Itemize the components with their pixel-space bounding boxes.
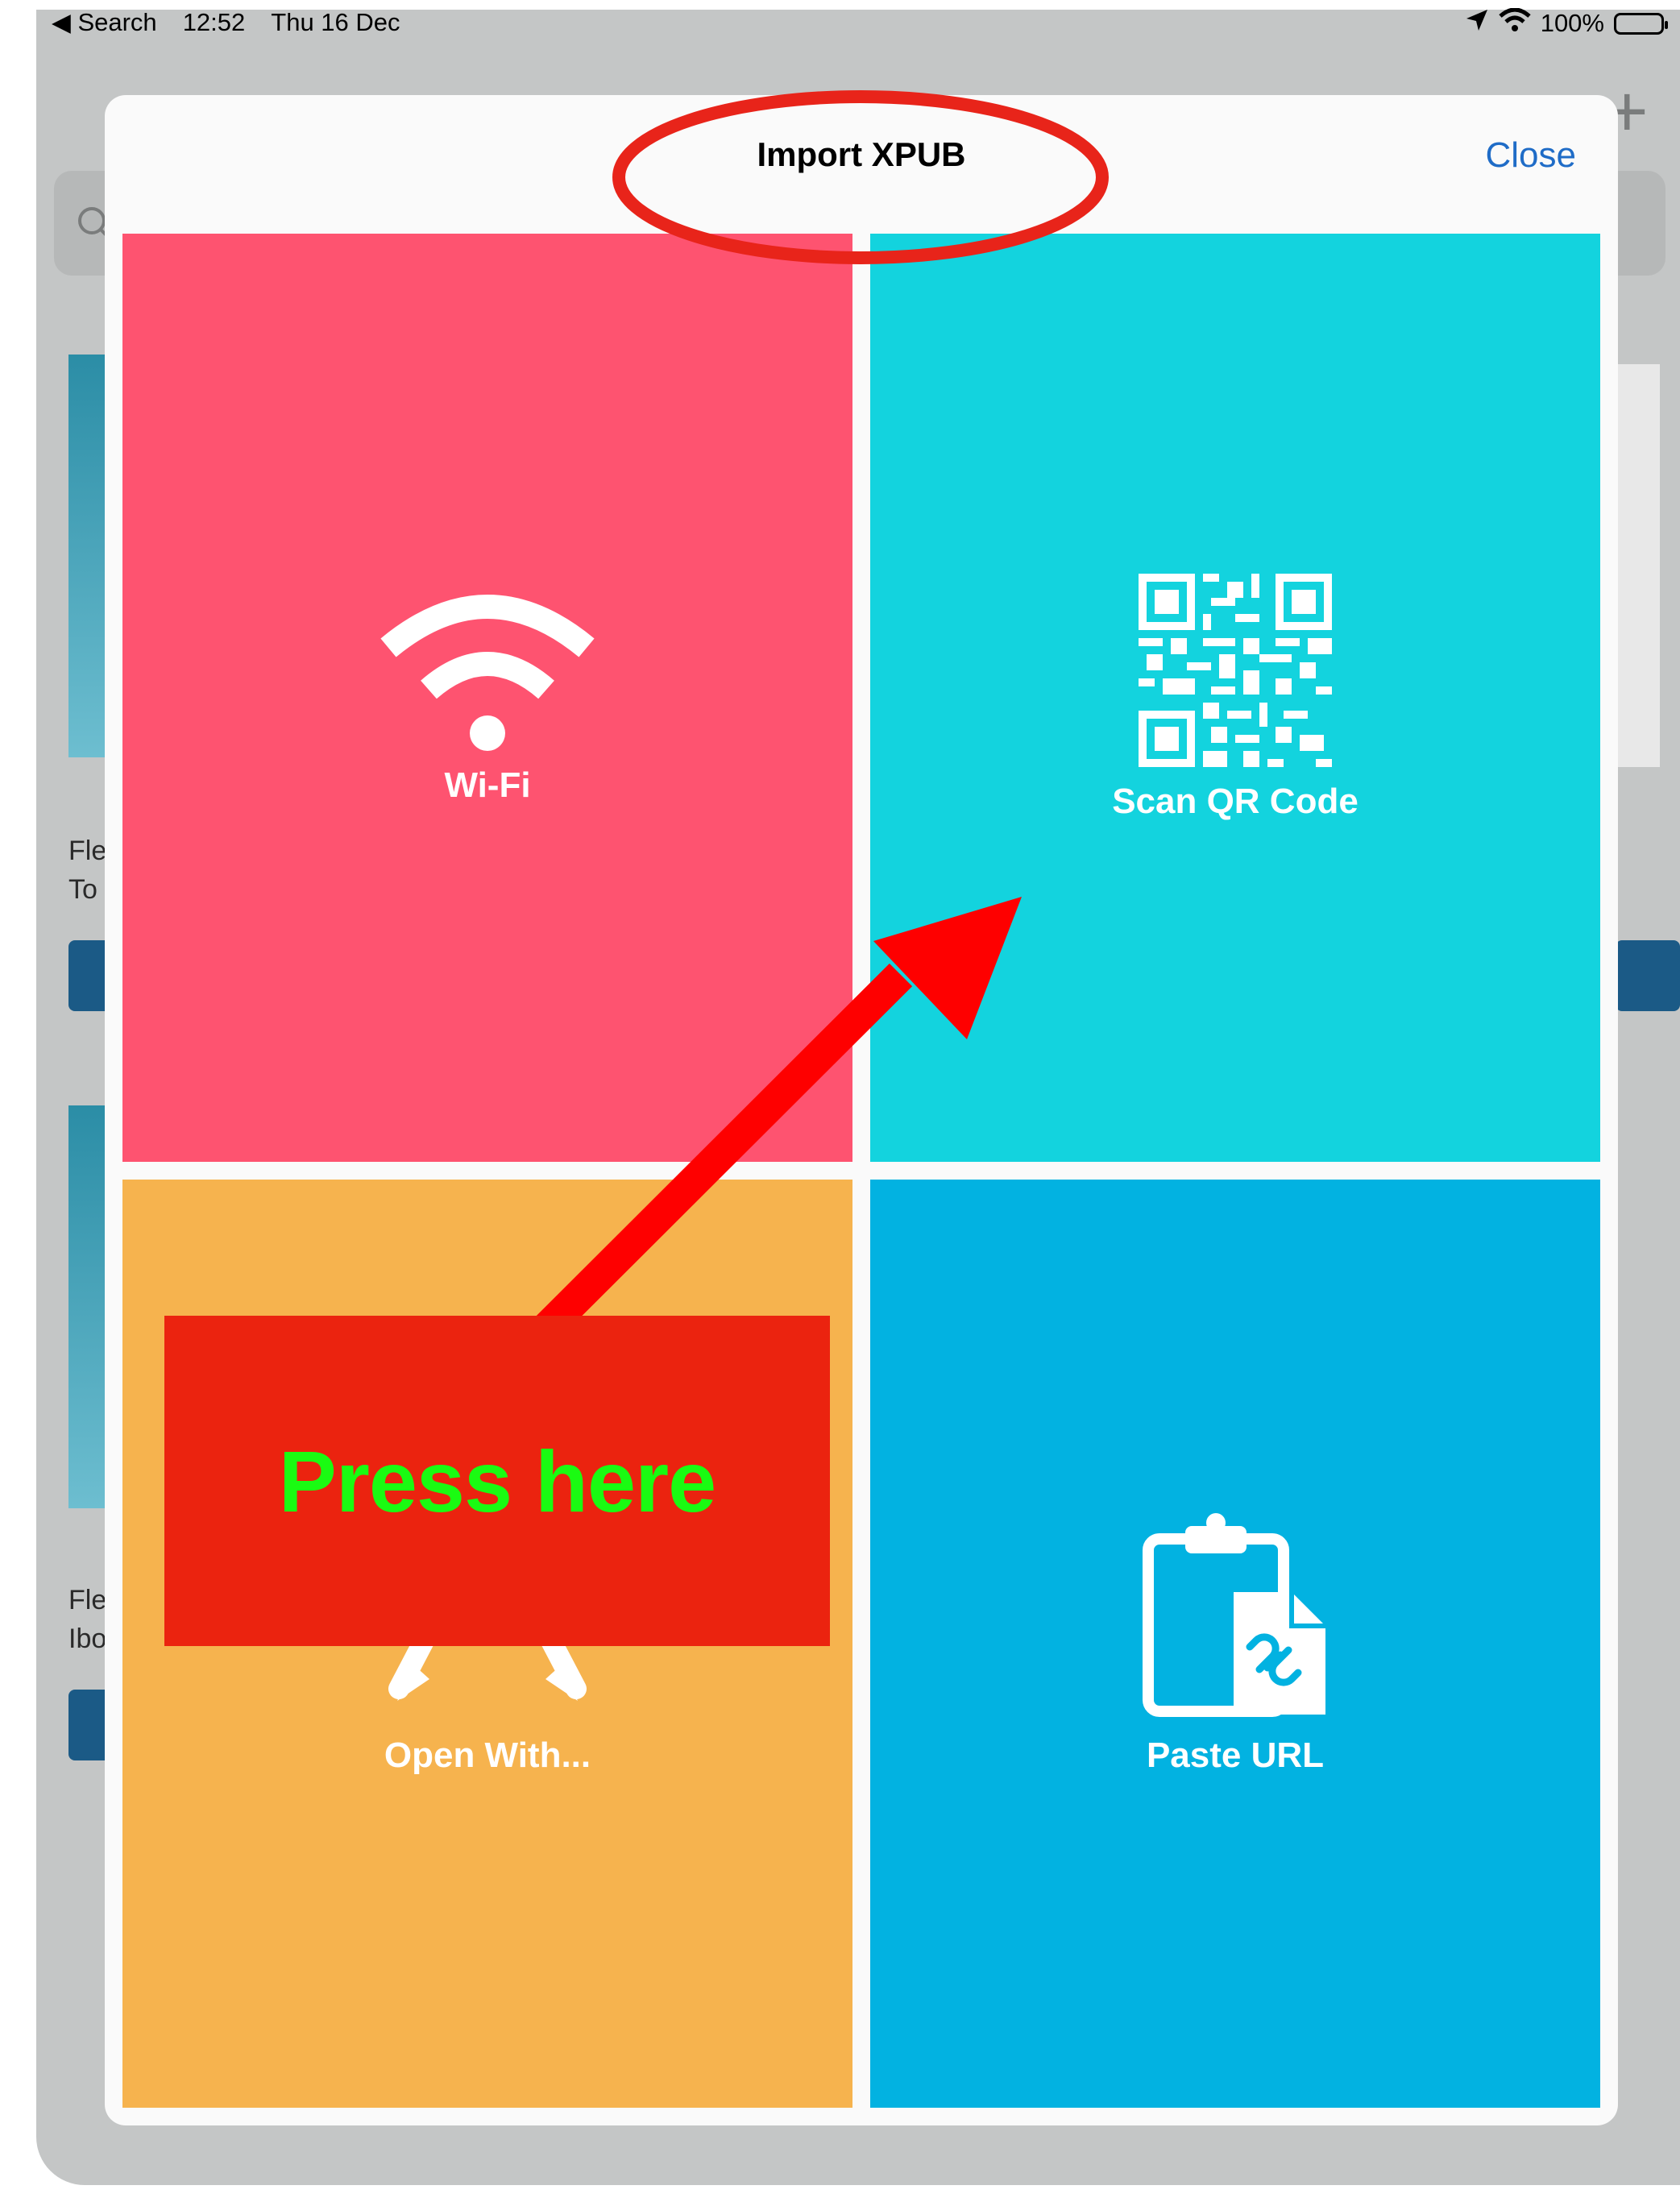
book-action-button[interactable]	[1616, 940, 1680, 1011]
back-app-label: Search	[77, 8, 157, 36]
modal-title: Import XPUB	[757, 135, 966, 173]
status-time: 12:52	[182, 8, 246, 36]
status-bar: ◀ Search 12:52 Thu 16 Dec 100%	[0, 0, 1680, 44]
open-with-label: Open With...	[384, 1735, 591, 1775]
wifi-icon	[380, 595, 595, 751]
paste-url-tile[interactable]: Paste URL	[870, 1180, 1600, 2108]
close-button[interactable]: Close	[1486, 135, 1577, 176]
battery-percent: 100%	[1540, 9, 1604, 37]
scan-qr-tile[interactable]: Scan QR Code	[870, 234, 1600, 1162]
import-modal: Import XPUB Close Wi-Fi Scan QR Code Ope…	[105, 95, 1618, 2125]
book-title: Fle To	[68, 836, 107, 905]
callout-text: Press here	[278, 1432, 716, 1530]
wifi-status-icon	[1499, 7, 1531, 39]
qr-code-icon	[1139, 574, 1332, 767]
book-cover-thumbnail[interactable]	[1612, 364, 1660, 767]
status-date: Thu 16 Dec	[271, 8, 400, 36]
wifi-label: Wi-Fi	[444, 765, 531, 805]
book-title: Fle Ibo	[68, 1585, 107, 1654]
press-here-callout: Press here	[164, 1316, 830, 1646]
scan-qr-label: Scan QR Code	[1112, 782, 1359, 821]
clipboard-link-icon	[1143, 1513, 1325, 1717]
battery-icon	[1614, 12, 1668, 35]
location-icon	[1465, 8, 1489, 39]
wifi-import-tile[interactable]: Wi-Fi	[122, 234, 852, 1162]
back-to-app-link[interactable]: ◀ Search	[52, 8, 157, 37]
paste-url-label: Paste URL	[1146, 1735, 1325, 1775]
